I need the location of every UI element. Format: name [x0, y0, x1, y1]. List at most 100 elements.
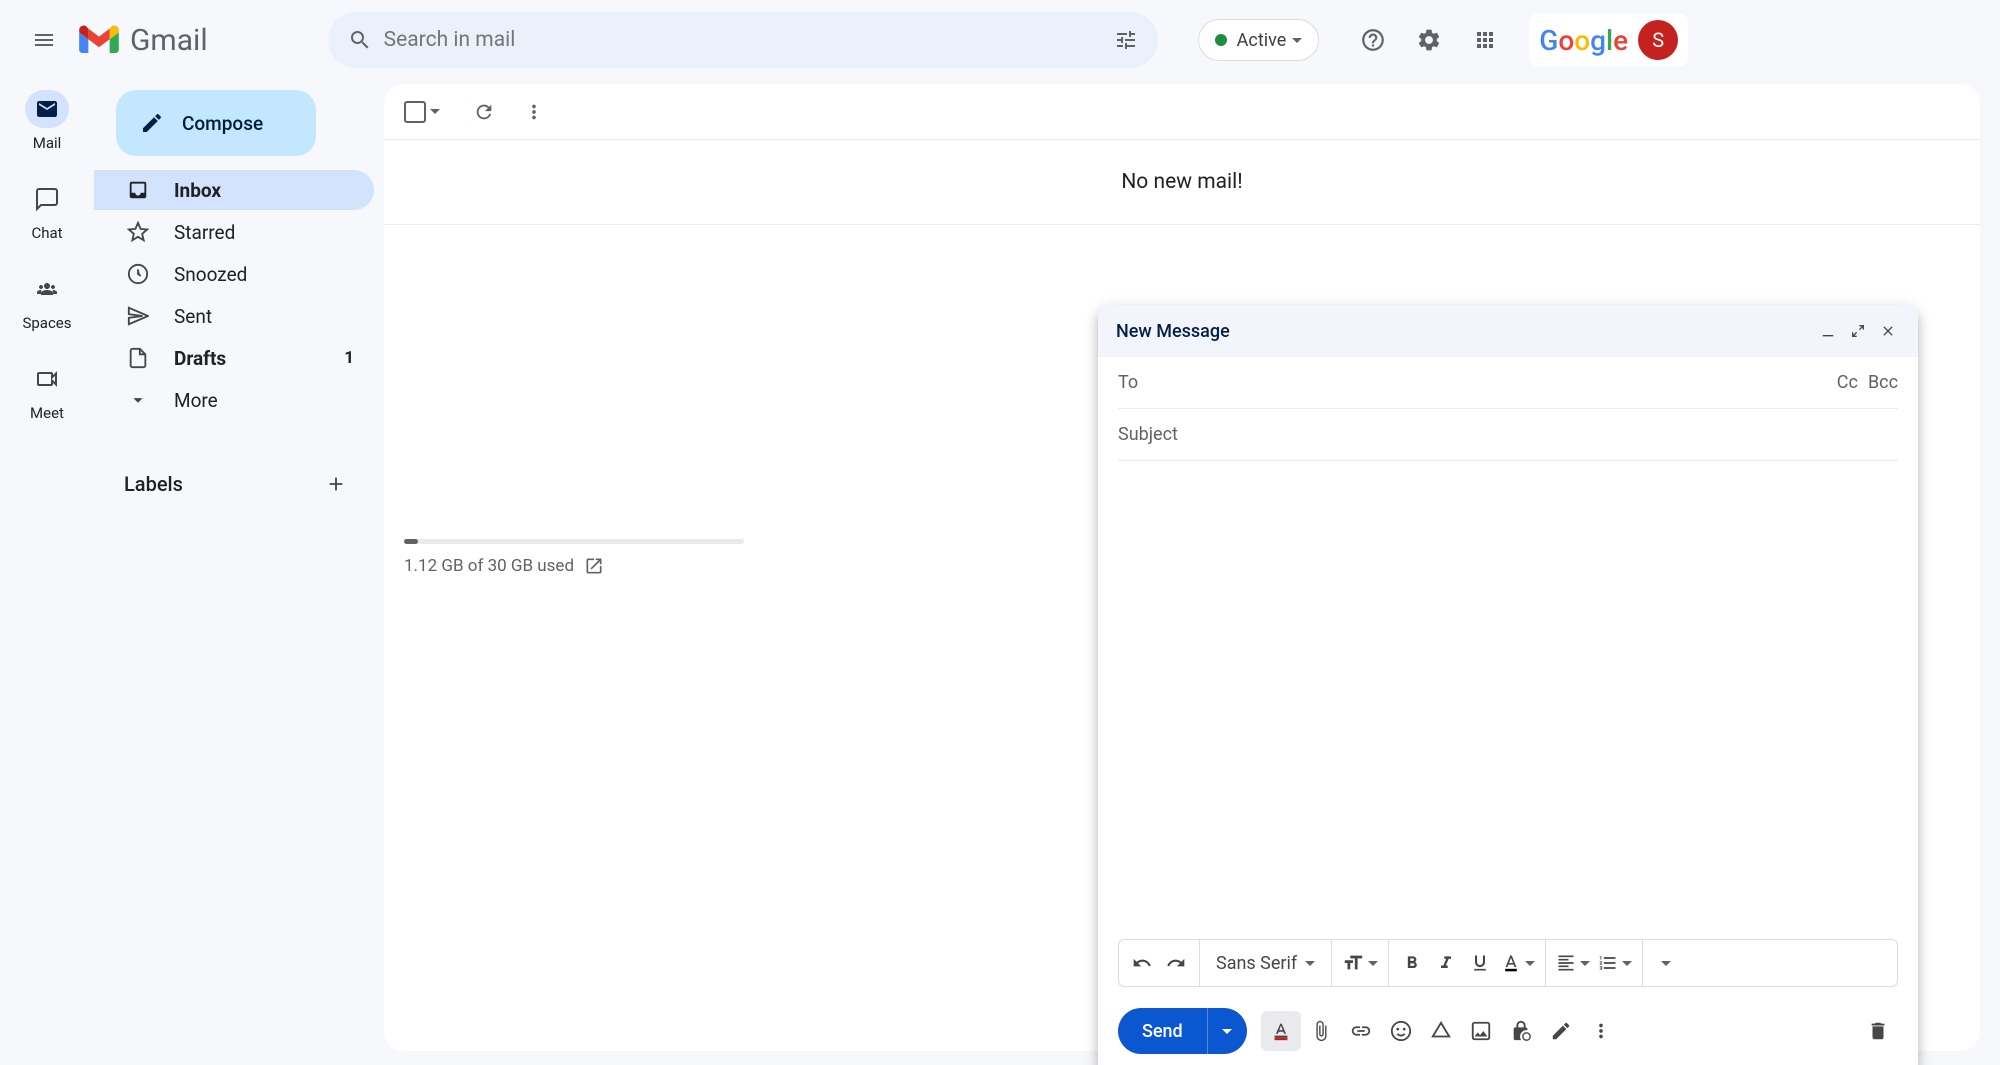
- rail-item-label: Mail: [33, 134, 62, 152]
- mail-icon: [35, 97, 59, 121]
- rail-item-label: Chat: [31, 224, 62, 242]
- subject-input[interactable]: [1118, 424, 1898, 445]
- font-size-button[interactable]: [1338, 946, 1382, 980]
- send-button[interactable]: Send: [1118, 1008, 1207, 1054]
- open-in-new-icon[interactable]: [584, 556, 604, 576]
- chevron-down-icon: [1305, 961, 1315, 966]
- gmail-logo[interactable]: Gmail: [78, 23, 208, 58]
- text-color-button[interactable]: [1497, 946, 1539, 980]
- nav-item-snoozed[interactable]: Snoozed: [94, 254, 374, 294]
- draft-icon: [127, 347, 149, 369]
- insert-link-button[interactable]: [1341, 1011, 1381, 1051]
- minimize-button[interactable]: [1816, 319, 1840, 343]
- message-body-editor[interactable]: [1118, 475, 1898, 925]
- bcc-button[interactable]: Bcc: [1868, 372, 1898, 393]
- add-label-button[interactable]: [318, 466, 354, 502]
- italic-icon: [1436, 953, 1456, 973]
- formatting-toggle-button[interactable]: [1261, 1011, 1301, 1051]
- insert-drive-button[interactable]: [1421, 1011, 1461, 1051]
- link-icon: [1350, 1020, 1372, 1042]
- nav-item-label: Drafts: [174, 347, 344, 370]
- compose-button[interactable]: Compose: [116, 90, 316, 156]
- nav-item-starred[interactable]: Starred: [94, 212, 374, 252]
- image-icon: [1470, 1020, 1492, 1042]
- pen-icon: [1550, 1020, 1572, 1042]
- help-icon: [1360, 27, 1386, 53]
- compose-label: Compose: [182, 112, 263, 135]
- storage-text: 1.12 GB of 30 GB used: [404, 556, 574, 576]
- compose-window: New Message To Cc Bcc Sans Serif: [1098, 305, 1918, 1065]
- close-button[interactable]: [1876, 319, 1900, 343]
- send-icon: [127, 305, 149, 327]
- to-label[interactable]: To: [1118, 372, 1138, 393]
- rail-item-mail[interactable]: Mail: [25, 90, 69, 152]
- search-bar: [328, 12, 1158, 68]
- discard-draft-button[interactable]: [1858, 1011, 1898, 1051]
- status-chip[interactable]: Active: [1198, 19, 1320, 61]
- expand-icon: [1850, 323, 1866, 339]
- minimize-icon: [1820, 323, 1836, 339]
- undo-button[interactable]: [1125, 946, 1159, 980]
- refresh-button[interactable]: [464, 92, 504, 132]
- bold-button[interactable]: [1395, 946, 1429, 980]
- chevron-down-icon: [1525, 961, 1535, 966]
- nav-item-sent[interactable]: Sent: [94, 296, 374, 336]
- trash-icon: [1867, 1020, 1889, 1042]
- bold-icon: [1402, 953, 1422, 973]
- apps-grid-icon: [1473, 28, 1497, 52]
- attach-file-button[interactable]: [1301, 1011, 1341, 1051]
- nav-item-label: Inbox: [174, 179, 354, 202]
- chat-icon: [35, 187, 59, 211]
- underline-icon: [1470, 953, 1490, 973]
- search-button[interactable]: [336, 16, 384, 64]
- emoji-icon: [1390, 1020, 1412, 1042]
- redo-button[interactable]: [1159, 946, 1193, 980]
- insert-image-button[interactable]: [1461, 1011, 1501, 1051]
- fullscreen-button[interactable]: [1846, 319, 1870, 343]
- rail-item-chat[interactable]: Chat: [25, 180, 69, 242]
- nav-item-more[interactable]: More: [94, 380, 374, 420]
- compose-header[interactable]: New Message: [1098, 305, 1918, 357]
- rail-item-spaces[interactable]: Spaces: [22, 270, 71, 332]
- support-button[interactable]: [1349, 16, 1397, 64]
- nav-item-inbox[interactable]: Inbox: [94, 170, 374, 210]
- italic-button[interactable]: [1429, 946, 1463, 980]
- cc-button[interactable]: Cc: [1837, 372, 1858, 393]
- more-vert-icon: [523, 101, 545, 123]
- settings-button[interactable]: [1405, 16, 1453, 64]
- font-name-label: Sans Serif: [1216, 953, 1297, 974]
- star-icon: [127, 221, 149, 243]
- storage-progress-bar: [404, 539, 744, 544]
- search-input[interactable]: [384, 28, 1102, 52]
- confidential-mode-button[interactable]: [1501, 1011, 1541, 1051]
- apps-button[interactable]: [1461, 16, 1509, 64]
- send-options-button[interactable]: [1207, 1008, 1247, 1054]
- checkbox-icon: [404, 101, 426, 123]
- list-button[interactable]: [1594, 946, 1636, 980]
- nav-item-drafts[interactable]: Drafts 1: [94, 338, 374, 378]
- signature-button[interactable]: [1541, 1011, 1581, 1051]
- insert-emoji-button[interactable]: [1381, 1011, 1421, 1051]
- search-options-button[interactable]: [1102, 16, 1150, 64]
- chevron-down-icon: [1580, 961, 1590, 966]
- select-all-checkbox[interactable]: [404, 101, 440, 123]
- lock-clock-icon: [1510, 1020, 1532, 1042]
- undo-icon: [1132, 953, 1152, 973]
- account-avatar[interactable]: S: [1638, 20, 1678, 60]
- numbered-list-icon: [1598, 953, 1618, 973]
- rail-item-meet[interactable]: Meet: [25, 360, 69, 422]
- tune-icon: [1114, 28, 1138, 52]
- align-button[interactable]: [1552, 946, 1594, 980]
- chevron-down-icon: [1292, 38, 1302, 43]
- more-formatting-button[interactable]: [1649, 946, 1683, 980]
- nav-item-label: Sent: [174, 305, 354, 328]
- chevron-down-icon: [1661, 961, 1671, 966]
- underline-button[interactable]: [1463, 946, 1497, 980]
- rail-item-label: Meet: [30, 404, 64, 422]
- font-family-select[interactable]: Sans Serif: [1206, 953, 1325, 974]
- main-menu-button[interactable]: [20, 16, 68, 64]
- text-color-icon: [1501, 953, 1521, 973]
- more-options-button[interactable]: [1581, 1011, 1621, 1051]
- google-account-area: Google S: [1529, 14, 1688, 66]
- more-actions-button[interactable]: [514, 92, 554, 132]
